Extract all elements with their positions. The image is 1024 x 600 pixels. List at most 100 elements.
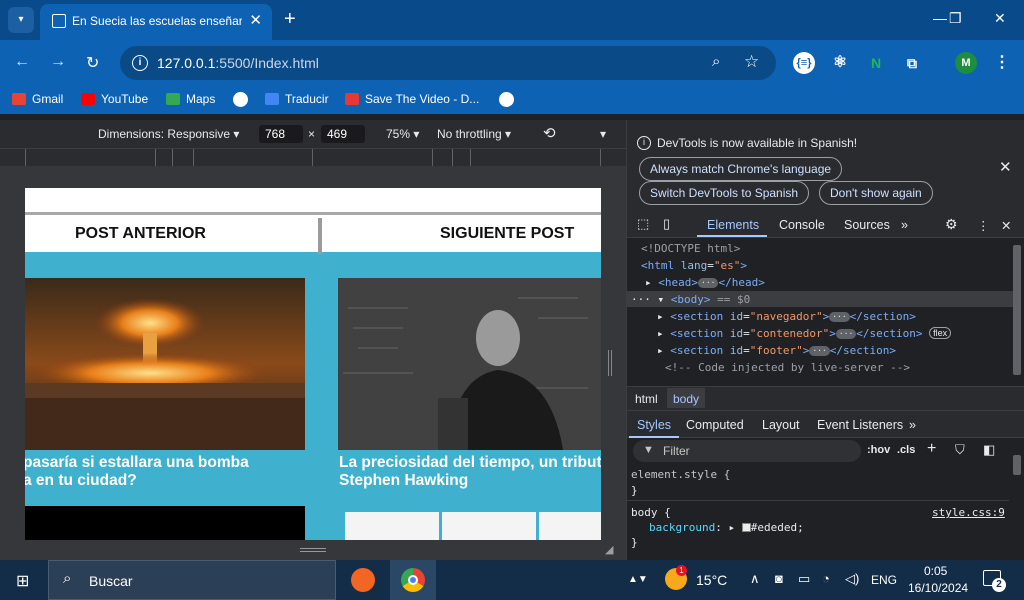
dont-show-again-button[interactable]: Don't show again	[819, 181, 933, 205]
throttling-dropdown[interactable]: No throttling ▾	[437, 127, 511, 141]
filter-input[interactable]: Filter	[633, 440, 861, 462]
zoom-dropdown[interactable]: 75% ▾	[386, 127, 419, 141]
dimensions-dropdown[interactable]: Dimensions: Responsive ▾	[98, 127, 239, 141]
zoom-magnifier-icon[interactable]: ⌕	[712, 53, 720, 70]
element-style-rule[interactable]: element.style {	[631, 468, 730, 481]
show-hidden-icons[interactable]: ∧	[750, 571, 760, 587]
bookmark-traducir[interactable]: Traducir	[265, 92, 329, 106]
extensions-puzzle-icon[interactable]: ⧉	[901, 52, 923, 74]
back-arrow-icon[interactable]: ←	[14, 53, 30, 71]
tab-console[interactable]: Console	[779, 218, 825, 232]
bookmark-star-icon[interactable]: ☆	[744, 52, 759, 72]
chrome-taskbar-button[interactable]	[390, 560, 436, 600]
post-title-1[interactable]: pasaría si estallara una bomba a en tu ci…	[25, 454, 249, 490]
right-resize-handle[interactable]	[608, 350, 612, 376]
inspect-element-icon[interactable]: ⬚	[637, 216, 649, 232]
react-extension-icon[interactable]: ⚛	[829, 52, 851, 74]
tab-event-listeners[interactable]: Event Listeners	[817, 418, 903, 432]
bookmark-gmail[interactable]: Gmail	[12, 92, 63, 106]
input-language[interactable]: ENG	[871, 573, 897, 587]
styles-scrollbar[interactable]	[1013, 455, 1021, 475]
tray-scroll-icon[interactable]: ▲▼	[628, 574, 648, 585]
dom-doctype[interactable]: <!DOCTYPE html>	[641, 242, 740, 255]
url-text[interactable]: 127.0.0.1:5500/Index.html	[157, 55, 319, 71]
previous-post-button[interactable]: POST ANTERIOR	[75, 225, 206, 243]
address-bar[interactable]: i 127.0.0.1:5500/Index.html ⌕ ☆	[120, 46, 776, 80]
postman-app-icon[interactable]	[351, 568, 375, 592]
tab-search-button[interactable]: ▾	[8, 7, 34, 33]
body-rule-selector[interactable]: body {	[631, 506, 671, 519]
dom-section-footer[interactable]: ▸ <section id="footer"> ··· </section>	[657, 344, 896, 357]
globe-bookmark-icon[interactable]	[499, 92, 514, 107]
browser-tab[interactable]: En Suecia las escuelas enseñara ✕	[40, 4, 272, 40]
emulated-page[interactable]: POST ANTERIOR SIGUIENTE POST pasaría si …	[25, 188, 601, 540]
windows-start-icon[interactable]: ⊞	[16, 571, 29, 591]
hover-state-toggle[interactable]: :hov	[867, 444, 890, 456]
forward-arrow-icon[interactable]: →	[50, 53, 66, 71]
clock-date[interactable]: 16/10/2024	[908, 581, 968, 595]
devtools-menu-icon[interactable]: ⋮	[977, 218, 990, 233]
bookmark-maps[interactable]: Maps	[166, 92, 215, 106]
styles-pane[interactable]: element.style { } body { style.css:9 bac…	[627, 464, 1009, 560]
dom-head-node[interactable]: ▸ <head> ··· </head>	[645, 276, 765, 289]
dom-scrollbar[interactable]	[1013, 245, 1021, 375]
chrome-menu-icon[interactable]: ⋮	[991, 52, 1013, 74]
device-toolbar-icon[interactable]: ▯	[663, 216, 670, 232]
toggle-sidebar-icon[interactable]: ◧	[983, 442, 995, 458]
post-image-4c[interactable]	[539, 512, 601, 540]
temperature[interactable]: 15°C	[696, 572, 727, 588]
dom-comment[interactable]: <!-- Code injected by live-server -->	[665, 361, 910, 374]
dom-tree[interactable]: <!DOCTYPE html> <html lang="es"> ▸ <head…	[627, 238, 1013, 386]
bookmark-youtube[interactable]: YouTube	[81, 92, 148, 106]
media-query-ruler[interactable]	[0, 148, 626, 167]
more-options-icon[interactable]: ▾	[600, 127, 606, 141]
next-post-button[interactable]: SIGUIENTE POST	[440, 225, 574, 243]
height-input[interactable]: 469	[321, 125, 365, 143]
globe-bookmark-icon[interactable]	[233, 92, 248, 107]
post-image-3[interactable]	[25, 506, 305, 540]
maximize-button[interactable]: ❐	[949, 10, 962, 27]
dom-section-navegador[interactable]: ▸ <section id="navegador"> ··· </section>	[657, 310, 916, 323]
tab-styles[interactable]: Styles	[637, 418, 671, 432]
post-image-hawking[interactable]	[338, 278, 601, 450]
post-image-explosion[interactable]	[25, 278, 305, 450]
new-tab-button[interactable]: +	[284, 9, 296, 29]
color-swatch[interactable]	[741, 523, 751, 532]
tab-sources[interactable]: Sources	[844, 218, 890, 232]
tab-computed[interactable]: Computed	[686, 418, 744, 432]
bottom-resize-handle[interactable]	[300, 548, 326, 552]
devtools-close-icon[interactable]: ✕	[1001, 218, 1011, 233]
rotate-icon[interactable]: ⟲	[543, 124, 556, 142]
close-window-button[interactable]: ✕	[994, 10, 1006, 27]
tab-elements[interactable]: Elements	[707, 218, 759, 232]
class-toggle[interactable]: .cls	[897, 444, 915, 456]
post-image-4a[interactable]	[345, 512, 439, 540]
width-input[interactable]: 768	[259, 125, 303, 143]
dom-section-contenedor[interactable]: ▸ <section id="contenedor"> ··· </section>…	[657, 327, 952, 340]
background-declaration[interactable]: background: ▸ #ededed;	[649, 521, 804, 534]
reload-icon[interactable]: ↻	[86, 53, 99, 73]
site-info-icon[interactable]: i	[132, 55, 148, 71]
profile-avatar[interactable]: M	[955, 52, 977, 74]
bookmark-savethevideo[interactable]: Save The Video - D...	[345, 92, 479, 106]
dom-html-node[interactable]: <html lang="es">	[641, 259, 747, 272]
tab-close-icon[interactable]: ✕	[249, 11, 262, 29]
dom-body-node[interactable]: ··· ▾ <body> == $0	[631, 293, 750, 306]
json-extension-icon[interactable]: {≡}	[793, 52, 815, 74]
stylesheet-source-link[interactable]: style.css:9	[932, 506, 1005, 519]
post-title-2[interactable]: La preciosidad del tiempo, un tribut Step…	[339, 454, 601, 490]
n-extension-icon[interactable]: N	[865, 52, 887, 74]
tab-layout[interactable]: Layout	[762, 418, 800, 432]
corner-resize-icon[interactable]: ◢	[605, 543, 613, 556]
paint-brush-icon[interactable]: ⛉	[955, 442, 965, 458]
camera-icon[interactable]: ◙	[775, 571, 783, 586]
switch-to-spanish-button[interactable]: Switch DevTools to Spanish	[639, 181, 810, 205]
network-icon[interactable]: ◔	[822, 571, 830, 586]
more-style-tabs-icon[interactable]: »	[909, 418, 916, 432]
battery-icon[interactable]: ▭	[798, 571, 810, 587]
flex-badge[interactable]: flex	[929, 327, 952, 339]
minimize-button[interactable]: —	[933, 10, 947, 26]
always-match-language-button[interactable]: Always match Chrome's language	[639, 157, 843, 181]
more-tabs-icon[interactable]: »	[901, 218, 908, 232]
breadcrumb-body[interactable]: body	[667, 388, 706, 408]
